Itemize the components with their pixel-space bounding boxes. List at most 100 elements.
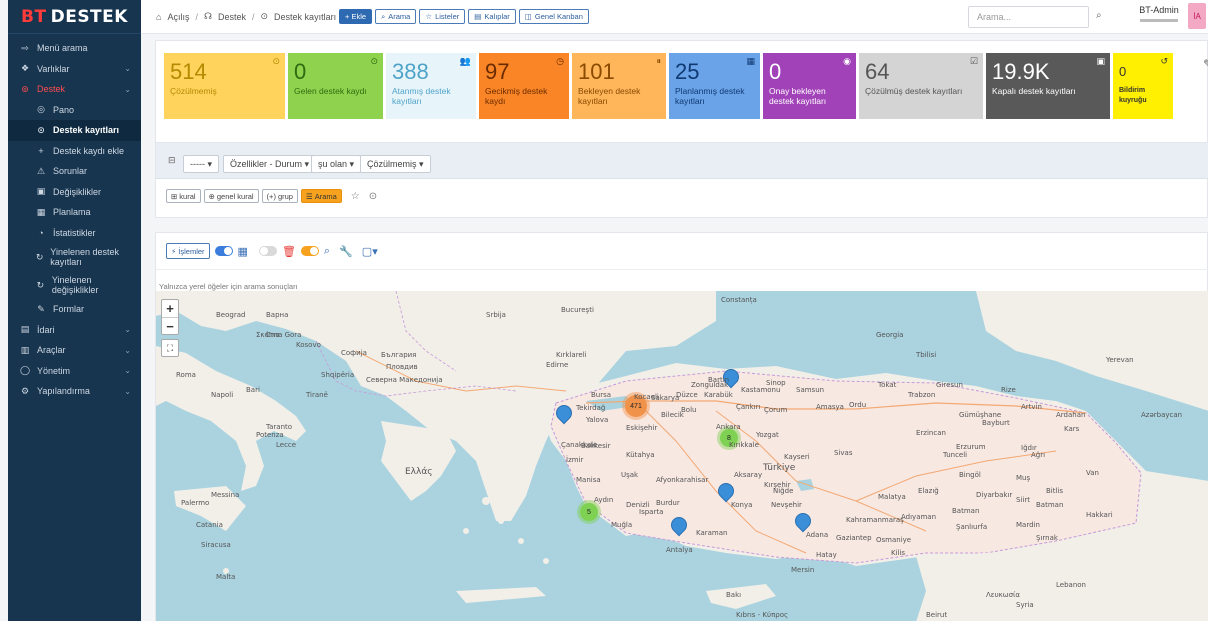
breadcrumb: ⌂ Açılış / ☊ Destek / ⊙ Destek kayıtları <box>156 11 336 22</box>
status-tile[interactable]: ◉ 0 Onay bekleyen destek kayıtları <box>763 53 856 119</box>
map-place-label: Roma <box>176 371 196 379</box>
export-icon[interactable]: ▢▾ <box>362 245 378 258</box>
map-place-label: Edirne <box>546 361 569 369</box>
actions-button[interactable]: ⚡ İşlemler <box>166 243 210 259</box>
lists-button-label: Listeler <box>435 12 460 21</box>
status-tile[interactable]: ▦ 25 Planlanmış destek kayıtları <box>669 53 760 119</box>
status-tiles-panel: ⊙ 514 Çözülmemiş ⊙ 0 Gelen destek kaydı 👥 388 At… <box>155 40 1208 148</box>
chevron-down-icon: ⌄ <box>124 386 131 396</box>
map-place-label: Bartın <box>708 376 730 384</box>
map-place-label: Muş <box>1016 474 1031 482</box>
sidebar-item-menu-search[interactable]: ⇨ Menü arama <box>8 38 141 59</box>
calendar-icon: ▦ <box>36 206 46 217</box>
search-button[interactable]: ⌕ Arama <box>375 9 417 24</box>
status-tile[interactable]: ⊙ 0 Gelen destek kaydı <box>288 53 383 119</box>
status-tile[interactable]: ⏸ 101 Bekleyen destek kayıtları <box>572 53 666 119</box>
status-tile[interactable]: ☑ 64 Çözülmüş destek kayıtları <box>859 53 983 119</box>
search-icon[interactable]: ⌕ <box>324 245 330 258</box>
map-place-label: Giresun <box>936 381 963 389</box>
map-place-label: Bayburt <box>982 419 1010 427</box>
kanban-button[interactable]: ◫ Genel Kanban <box>518 9 589 24</box>
add-button[interactable]: + Ekle <box>339 9 373 24</box>
map-place-label: Denizli <box>626 501 650 509</box>
lists-button[interactable]: ☆ Listeler <box>419 9 466 24</box>
sidebar-item-dashboard[interactable]: ◎ Pano <box>8 100 141 121</box>
map-place-label: Constanța <box>721 296 757 304</box>
breadcrumb-home[interactable]: Açılış <box>167 12 189 22</box>
brand-logo[interactable]: BT DESTEK <box>8 0 141 34</box>
breadcrumb-current[interactable]: Destek kayıtları <box>274 12 336 22</box>
map-place-label: Isparta <box>639 508 664 516</box>
sidebar-item-assets[interactable]: ❖ Varlıklar ⌄ <box>8 59 141 80</box>
map-place-label: Potenza <box>256 431 284 439</box>
map-place-label: Syria <box>1016 601 1034 609</box>
map[interactable]: + − ⛶ 471 8 5 Tekirdağ Kocaeli Zonguldak Ba… <box>156 291 1208 621</box>
sidebar-item-configuration[interactable]: ⚙ Yapılandırma ⌄ <box>8 381 141 402</box>
home-icon: ⌂ <box>156 11 162 22</box>
criteria-field-select[interactable]: Özellikler - Durum ▾ <box>223 155 317 173</box>
breadcrumb-destek[interactable]: Destek <box>218 12 246 22</box>
trash-icon[interactable]: 🗑 <box>282 245 296 258</box>
tile-label: Gelen destek kaydı <box>294 86 367 96</box>
tile-count: 0 <box>294 59 307 84</box>
map-place-label: Şanlıurfa <box>956 523 988 531</box>
results-panel: ⚡ İşlemler ▦ 🗑 ⌕ 🔧 ▢▾ Yalnızca yerel öğel… <box>155 232 1208 621</box>
sidebar-item-admin[interactable]: ▤ İdari ⌄ <box>8 320 141 341</box>
sidebar-item-management[interactable]: ◯ Yönetim ⌄ <box>8 361 141 382</box>
status-tile[interactable]: ◷ 97 Gecikmiş destek kaydı <box>479 53 569 119</box>
sidebar-item-tools[interactable]: ▥ Araçlar ⌄ <box>8 340 141 361</box>
zoom-in-button[interactable]: + <box>162 300 178 317</box>
sidebar-item-planning[interactable]: ▦ Planlama <box>8 202 141 223</box>
tile-icon: ◉ <box>843 56 851 66</box>
sidebar-item-problems[interactable]: ⚠ Sorunlar <box>8 161 141 182</box>
map-cluster[interactable]: 5 <box>580 503 598 521</box>
criteria-link-select[interactable]: ----- ▾ <box>183 155 220 173</box>
sidebar-item-label: Yinelenen destek kayıtları <box>50 247 119 267</box>
edit-icon[interactable]: ✎ <box>1203 57 1208 71</box>
sidebar-item-recurring-tickets[interactable]: ↻ Yinelenen destek kayıtları <box>8 243 141 271</box>
user-name[interactable]: BT-Admin <box>1134 5 1184 15</box>
sidebar-item-support[interactable]: ⊚ Destek ⌄ <box>8 79 141 100</box>
map-place-label: Muğla <box>611 521 633 529</box>
global-search-input[interactable]: Arama... <box>968 6 1089 28</box>
status-tile[interactable]: 👥 388 Atanmış destek kayıtları <box>386 53 476 119</box>
map-place-label: Ardahan <box>1056 411 1086 419</box>
sidebar-item-statistics[interactable]: ◔ İstatistikler <box>8 223 141 244</box>
status-tile[interactable]: ↺ 0 Bildirim kuyruğu <box>1113 53 1173 119</box>
map-place-label: Софија <box>341 349 367 357</box>
criteria-operator-select[interactable]: şu olan ▾ <box>311 155 362 173</box>
sidebar-item-add-ticket[interactable]: + Destek kaydı ekle <box>8 141 141 162</box>
run-search-button[interactable]: ☰ Arama <box>300 189 342 203</box>
list-search-icon: ☰ <box>305 191 313 201</box>
add-rule-button[interactable]: ⊞ kural <box>166 189 201 203</box>
sidebar-item-forms[interactable]: ✎ Formlar <box>8 299 141 320</box>
wrench-icon[interactable]: 🔧 <box>339 245 353 258</box>
map-place-label: Burdur <box>656 499 680 507</box>
map-toggle[interactable] <box>300 246 319 256</box>
fullscreen-button[interactable]: ⛶ <box>161 339 179 357</box>
avatar[interactable]: İA <box>1188 3 1206 29</box>
map-place-label: Amasya <box>816 403 844 411</box>
map-view-icon[interactable]: ▦ <box>238 245 248 258</box>
display-toggle[interactable] <box>214 246 233 256</box>
status-tile[interactable]: ▣ 19.9K Kapalı destek kayıtları <box>986 53 1110 119</box>
add-global-rule-button[interactable]: ⊕ genel kural <box>203 189 259 203</box>
reset-icon[interactable]: ⊙ <box>369 191 377 202</box>
criteria-value-select[interactable]: Çözülmemiş ▾ <box>360 155 431 173</box>
sidebar-item-changes[interactable]: ▣ Değişiklikler <box>8 182 141 203</box>
status-tile[interactable]: ⊙ 514 Çözülmemiş <box>164 53 285 119</box>
map-place-label: Tiranë <box>306 391 328 399</box>
zoom-out-button[interactable]: − <box>162 317 178 334</box>
collapse-icon[interactable]: ⊟ <box>168 155 176 166</box>
search-icon[interactable]: ⌕ <box>1096 10 1102 21</box>
search-button-label: Arama <box>388 12 411 21</box>
save-search-star-icon[interactable]: ☆ <box>351 191 360 202</box>
map-place-label: Ankara <box>716 423 741 431</box>
sidebar-item-recurring-changes[interactable]: ↻ Yinelenen değişiklikler <box>8 271 141 299</box>
add-group-button[interactable]: (+) grup <box>261 189 298 203</box>
tile-icon: ⏸ <box>656 56 661 66</box>
templates-button[interactable]: ▤ Kalıplar <box>468 9 516 24</box>
map-place-label: Malta <box>216 573 236 581</box>
trash-toggle[interactable] <box>258 246 277 256</box>
sidebar-item-tickets[interactable]: ⊙ Destek kayıtları <box>8 120 141 141</box>
